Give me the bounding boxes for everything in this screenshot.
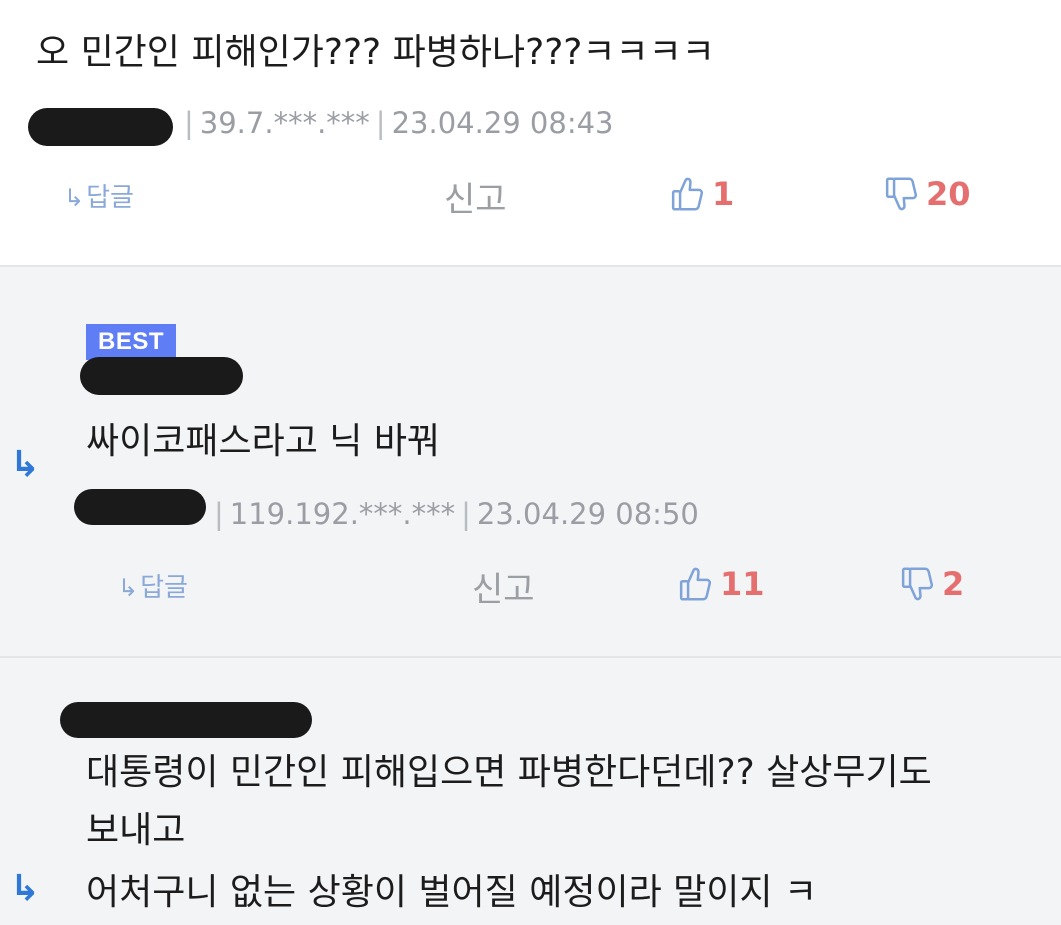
comment-date: 23.04.29 08:43 [391, 106, 614, 140]
comment-meta: | 39.7.***.*** | 23.04.29 08:43 [178, 106, 614, 140]
reply-label: 답글 [140, 573, 188, 603]
redacted-nickname [74, 489, 206, 525]
comment-text-line: 보내고 [86, 810, 186, 851]
dislike-button[interactable]: 2 [900, 565, 964, 603]
thumbs-up-icon [671, 177, 704, 211]
comment-text: 오 민간인 피해인가??? 파병하나???ㅋㅋㅋㅋ [36, 32, 715, 73]
like-count: 11 [720, 565, 765, 603]
reply-comment-item: 대통령이 민간인 피해입으면 파병한다던데?? 살상무기도 보내고 ↳ 어처구니… [0, 658, 1061, 925]
like-button[interactable]: 11 [678, 565, 765, 603]
thumbs-down-icon [901, 567, 934, 601]
comment-meta: | 119.192.***.*** | 23.04.29 08:50 [208, 497, 699, 531]
report-button[interactable]: 신고 [444, 172, 507, 221]
dislike-count: 20 [926, 175, 971, 213]
comment-item: 오 민간인 피해인가??? 파병하나???ㅋㅋㅋㅋ | 39.7.***.*** |… [0, 0, 1061, 267]
comment-text: 싸이코패스라고 닉 바꿔 [86, 421, 441, 462]
reply-indicator-icon: ↳ [10, 444, 41, 485]
redacted-nickname [60, 702, 312, 738]
redacted-nickname [80, 357, 243, 395]
reply-button[interactable]: ↳답글 [64, 177, 134, 214]
reply-indicator-icon: ↳ [10, 868, 41, 909]
dislike-count: 2 [942, 565, 965, 603]
like-button[interactable]: 1 [670, 175, 734, 213]
meta-separator: | [461, 497, 471, 531]
thumbs-down-icon [885, 177, 918, 211]
meta-separator: | [214, 497, 224, 531]
meta-separator: | [184, 106, 194, 140]
report-button[interactable]: 신고 [472, 562, 535, 611]
comment-text-line: 대통령이 민간인 피해입으면 파병한다던데?? 살상무기도 [86, 752, 932, 793]
comment-ip: 39.7.***.*** [199, 106, 370, 140]
best-badge: BEST [86, 324, 177, 360]
reply-arrow-icon: ↳ [64, 184, 85, 212]
reply-comment-item: BEST ↳ 싸이코패스라고 닉 바꿔 | 119.192.***.*** | 23.… [0, 267, 1061, 658]
dislike-button[interactable]: 20 [884, 175, 971, 213]
redacted-nickname [28, 108, 173, 146]
comment-date: 23.04.29 08:50 [476, 497, 699, 531]
reply-button[interactable]: ↳답글 [118, 567, 188, 604]
reply-arrow-icon: ↳ [118, 574, 139, 602]
thumbs-up-icon [679, 567, 712, 601]
meta-separator: | [375, 106, 386, 140]
comment-text-line: 어처구니 없는 상황이 벌어질 예정이라 말이지 ㅋ [86, 872, 818, 913]
comment-ip: 119.192.***.*** [229, 497, 456, 531]
reply-label: 답글 [86, 183, 134, 213]
like-count: 1 [712, 175, 735, 213]
